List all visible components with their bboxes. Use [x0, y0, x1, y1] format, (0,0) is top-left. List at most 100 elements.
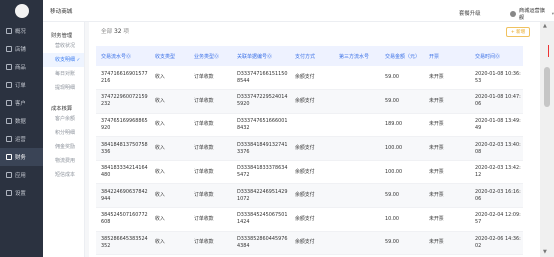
sidebar-item[interactable]: 店铺 [0, 40, 43, 58]
sidebar-item-label: 运营 [15, 137, 26, 143]
table-cell: 未开票 [424, 89, 470, 114]
table-cell: 订单收款 [189, 231, 232, 256]
sidebar-item-label: 应用 [15, 173, 26, 179]
table-cell: 384224690637842944 [96, 183, 150, 209]
table-cell: 收入 [150, 113, 189, 138]
sidebar-item-label: 财务 [15, 155, 26, 161]
table-cell [290, 113, 334, 138]
sidebar-item[interactable]: 财务 [0, 148, 43, 166]
table-cell: 收入 [150, 207, 189, 232]
table-cell: D3338452450675011424 [232, 207, 290, 232]
submenu-group-title: 成本核算 [51, 106, 73, 112]
nav-icon [6, 64, 12, 70]
column-header[interactable]: 交易时间⓪ [470, 46, 523, 66]
table-cell: 10.00 [380, 207, 424, 232]
column-header[interactable]: 交易流水号⓪ [96, 46, 150, 66]
nav-icon [6, 154, 12, 160]
submenu-item[interactable]: 佣金奖励 [43, 140, 84, 154]
scrollbar-thumb[interactable] [544, 67, 550, 107]
submenu-item[interactable]: 提现明细 [43, 81, 84, 95]
scroll-up-icon[interactable]: ▲ [543, 23, 547, 29]
table-cell: 订单收款 [189, 113, 232, 138]
upgrade-link[interactable]: 套餐升级 [459, 9, 481, 17]
table-row[interactable]: 385286645383524352 收入 订单收款 D333852860445976… [96, 231, 523, 256]
table-cell: 收入 [150, 231, 189, 256]
submenu-item[interactable]: 积分明细 [43, 126, 84, 140]
table-row[interactable]: 384184813750758336 收入 订单收款 D333841849132741… [96, 136, 523, 161]
column-header[interactable]: 交易金额（元） [380, 46, 424, 66]
table-cell: 2020-02-03 13:42:12 [470, 160, 523, 185]
record-count-suffix: 项 [123, 29, 130, 35]
column-header[interactable]: 收支类型 [150, 46, 189, 66]
scroll-marker [548, 45, 549, 57]
column-header[interactable]: 关联单据编号⓪ [232, 46, 290, 66]
sidebar-item[interactable]: 应用 [0, 166, 43, 184]
top-bar: 移动商城 套餐升级 商城运营旗舰 ▾ [43, 0, 554, 22]
nav-icon [6, 190, 12, 196]
table-cell: 2020-01-08 13:49:49 [470, 113, 523, 138]
table-cell [334, 136, 380, 161]
table-cell: 384524507160772608 [96, 207, 150, 232]
user-name: 商城运营旗舰 [518, 8, 545, 21]
sidebar-item[interactable]: 订单 [0, 76, 43, 94]
nav-icon [6, 46, 12, 52]
sidebar-item[interactable]: 商品 [0, 58, 43, 76]
table-cell: 余额支付 [290, 183, 334, 209]
table-cell: 未开票 [424, 136, 470, 161]
table-cell [334, 183, 380, 209]
table-row[interactable]: 374722960072159232 收入 订单收款 D333747229524014… [96, 89, 523, 114]
table-row[interactable]: 374716616901577216 收入 订单收款 D333747166151150… [96, 66, 523, 91]
record-count-number: 32 [113, 28, 122, 35]
sidebar-item[interactable]: 数据 [0, 112, 43, 130]
table-cell: 59.00 [380, 89, 424, 114]
column-header[interactable]: 业务类型⓪ [189, 46, 232, 66]
table-cell: 未开票 [424, 113, 470, 138]
submenu-item[interactable]: 营收状况 [43, 39, 84, 53]
sidebar-item-label: 商品 [15, 65, 26, 71]
nav-icon [6, 100, 12, 106]
secondary-menu: 财务管理 营收状况收支明细每日对账提现明细 成本核算 客户余额积分明细佣金奖励物… [43, 22, 85, 257]
table-cell: 59.00 [380, 231, 424, 256]
sidebar-item[interactable]: 概况 [0, 22, 43, 40]
table-row[interactable]: 374765169968865920 收入 订单收款 D333747651666001… [96, 113, 523, 138]
table-cell: 余额支付 [290, 89, 334, 114]
column-header[interactable]: 第三方流水号 [334, 46, 380, 66]
sidebar-item[interactable]: 客户 [0, 94, 43, 112]
submenu-item[interactable]: 收支明细 [43, 53, 84, 67]
column-header[interactable]: 支付方式 [290, 46, 334, 66]
record-count: 全部 32 项 [101, 27, 129, 35]
scroll-down-icon[interactable]: ▼ [543, 249, 547, 255]
table-cell: 385286645383524352 [96, 231, 150, 256]
table-row[interactable]: 384524507160772608 收入 订单收款 D333845245067501… [96, 207, 523, 232]
nav-icon [6, 172, 12, 178]
sidebar-item[interactable]: 运营 [0, 130, 43, 148]
add-button[interactable]: + 新增 [506, 27, 530, 37]
table-row[interactable]: 384183334214164480 收入 订单收款 D333841833378634… [96, 160, 523, 185]
submenu-item[interactable]: 客户余额 [43, 112, 84, 126]
submenu-item[interactable]: 物流费用 [43, 154, 84, 168]
sidebar-item-label: 概况 [15, 29, 26, 35]
table-cell: 100.00 [380, 160, 424, 185]
table-cell: 收入 [150, 89, 189, 114]
table-cell: 订单收款 [189, 66, 232, 91]
table-cell: 2020-02-04 12:09:57 [470, 207, 523, 232]
table-cell: 2020-01-08 10:36:53 [470, 66, 523, 91]
table-cell [334, 160, 380, 185]
table-cell: 收入 [150, 136, 189, 161]
user-menu[interactable]: 商城运营旗舰 ▾ [510, 7, 554, 21]
table-cell: 100.00 [380, 136, 424, 161]
scrollbar[interactable]: ▲ ▼ [540, 22, 554, 257]
table-row[interactable]: 384224690637842944 收入 订单收款 D333842246951429… [96, 183, 523, 209]
table-cell: 2020-01-08 10:47:06 [470, 89, 523, 114]
submenu-item[interactable]: 短信成本 [43, 168, 84, 182]
column-header[interactable]: 开票 [424, 46, 470, 66]
nav-icon [6, 136, 12, 142]
table-cell: D3337472295240145920 [232, 89, 290, 114]
brand-name: 移动商城 [50, 9, 73, 15]
table-cell: 余额支付 [290, 160, 334, 185]
table-cell: 59.00 [380, 66, 424, 91]
sidebar-item[interactable]: 设置 [0, 184, 43, 202]
submenu-item[interactable]: 每日对账 [43, 67, 84, 81]
table-cell: 订单收款 [189, 136, 232, 161]
main-sidebar: 概况店铺商品订单 客户 数据运营财务应用设置 [0, 0, 43, 257]
